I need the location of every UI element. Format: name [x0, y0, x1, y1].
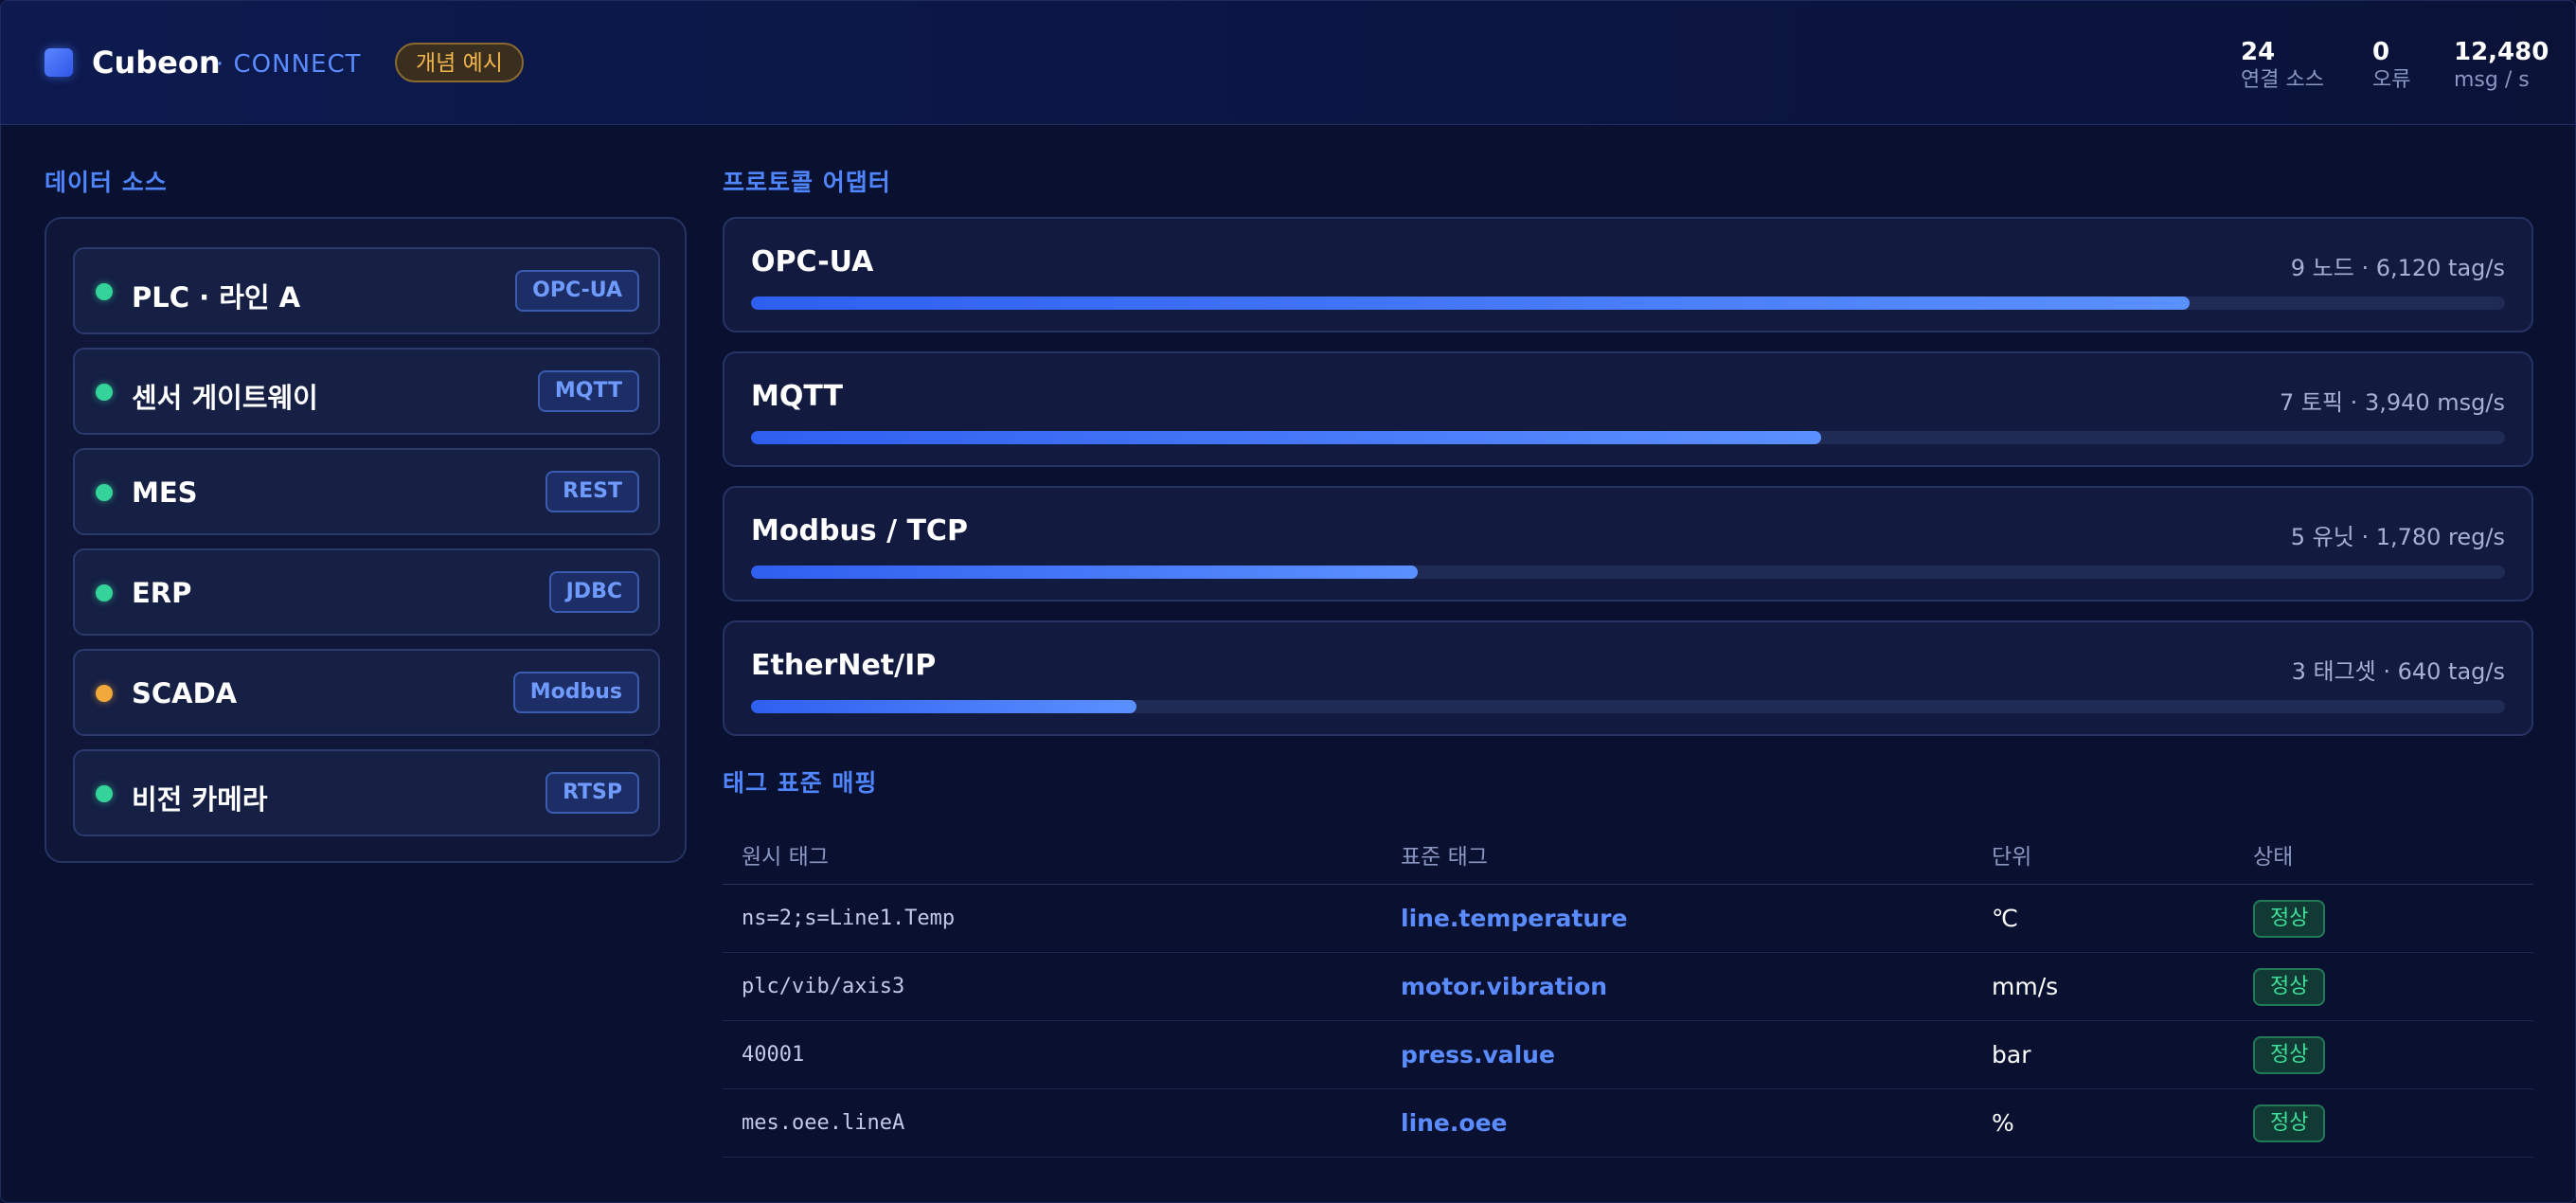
cubeon-logo-icon — [45, 48, 73, 77]
concept-badge: 개념 예시 — [395, 43, 524, 82]
table-row[interactable]: 40001 press.value bar 정상 — [723, 1021, 2533, 1089]
stat-value: 0 — [2372, 38, 2390, 66]
stat-connected-sources: 24 연결 소스 — [2241, 37, 2324, 94]
adapter-load-bar — [751, 566, 2505, 579]
unit: ℃ — [1992, 905, 2019, 932]
protocol-badge: REST — [546, 471, 639, 512]
adapter-meta: 9 노드 · 6,120 tag/s — [2290, 255, 2505, 281]
source-item-erp[interactable]: ERP JDBC — [73, 548, 660, 636]
unit: % — [1992, 1109, 2014, 1137]
status-cell: 정상 — [2253, 953, 2326, 1020]
app-window: Cubeon · CONNECT 개념 예시 24 연결 소스 0 오류 12,… — [0, 0, 2576, 1203]
source-name: 센서 게이트웨이 — [132, 382, 318, 414]
adapter-card-ethernet-ip[interactable]: EtherNet/IP 3 태그셋 · 640 tag/s — [723, 620, 2533, 736]
protocol-badge: RTSP — [546, 772, 639, 814]
source-name: 비전 카메라 — [132, 783, 268, 816]
data-sources-panel: PLC · 라인 A OPC-UA 센서 게이트웨이 MQTT MES REST… — [45, 217, 687, 863]
table-row[interactable]: ns=2;s=Line1.Temp line.temperature ℃ 정상 — [723, 885, 2533, 953]
status-dot-icon — [96, 584, 113, 602]
raw-tag: plc/vib/axis3 — [742, 975, 905, 998]
stat-value: 12,480 — [2454, 38, 2549, 66]
data-sources-title: 데이터 소스 — [45, 169, 168, 196]
source-item-sensor-gateway[interactable]: 센서 게이트웨이 MQTT — [73, 348, 660, 435]
column-header-unit: 단위 — [1992, 845, 2032, 870]
protocol-badge: JDBC — [548, 571, 639, 613]
adapter-name: Modbus / TCP — [751, 514, 968, 548]
tag-mapping-table: 원시 태그 표준 태그 단위 상태 ns=2;s=Line1.Temp line… — [723, 825, 2533, 1158]
adapter-name: MQTT — [751, 380, 843, 413]
status-cell: 정상 — [2253, 1021, 2326, 1088]
status-dot-icon — [96, 484, 113, 501]
column-header-raw-tag: 원시 태그 — [742, 845, 829, 870]
unit: mm/s — [1992, 973, 2059, 1000]
table-row[interactable]: mes.oee.lineA line.oee % 정상 — [723, 1089, 2533, 1158]
stat-value: 24 — [2241, 38, 2276, 66]
adapter-load-fill — [751, 296, 2190, 310]
stat-throughput: 12,480 msg / s — [2454, 37, 2549, 94]
table-header: 원시 태그 표준 태그 단위 상태 — [723, 825, 2533, 885]
source-item-scada[interactable]: SCADA Modbus — [73, 649, 660, 736]
standard-tag: line.oee — [1401, 1109, 1508, 1137]
top-header: Cubeon · CONNECT 개념 예시 24 연결 소스 0 오류 12,… — [1, 1, 2575, 125]
stat-errors: 0 오류 — [2372, 37, 2410, 94]
status-badge: 정상 — [2253, 967, 2326, 1006]
adapter-meta: 7 토픽 · 3,940 msg/s — [2280, 389, 2505, 416]
stat-label: msg / s — [2454, 68, 2530, 92]
protocol-badge: MQTT — [537, 370, 639, 412]
adapter-load-fill — [751, 431, 1821, 444]
source-name: ERP — [132, 577, 192, 609]
adapter-card-mqtt[interactable]: MQTT 7 토픽 · 3,940 msg/s — [723, 351, 2533, 467]
raw-tag: mes.oee.lineA — [742, 1111, 905, 1135]
status-cell: 정상 — [2253, 885, 2326, 952]
source-name: MES — [132, 476, 198, 509]
column-header-standard-tag: 표준 태그 — [1401, 845, 1488, 870]
status-badge: 정상 — [2253, 899, 2326, 938]
adapter-card-opc-ua[interactable]: OPC-UA 9 노드 · 6,120 tag/s — [723, 217, 2533, 332]
standard-tag: press.value — [1401, 1041, 1555, 1068]
adapter-name: OPC-UA — [751, 245, 874, 278]
source-item-mes[interactable]: MES REST — [73, 448, 660, 535]
status-badge: 정상 — [2253, 1104, 2326, 1142]
adapter-load-bar — [751, 431, 2505, 444]
unit: bar — [1992, 1041, 2031, 1068]
standard-tag: motor.vibration — [1401, 973, 1608, 1000]
tag-mapping-title: 태그 표준 매핑 — [723, 769, 878, 797]
protocol-badge: Modbus — [512, 672, 639, 713]
protocol-badge: OPC-UA — [515, 270, 639, 312]
adapter-load-fill — [751, 700, 1137, 713]
table-row[interactable]: plc/vib/axis3 motor.vibration mm/s 정상 — [723, 953, 2533, 1021]
source-item-vision-camera[interactable]: 비전 카메라 RTSP — [73, 749, 660, 836]
raw-tag: ns=2;s=Line1.Temp — [742, 907, 956, 930]
source-name: SCADA — [132, 677, 238, 709]
source-item-plc-line-a[interactable]: PLC · 라인 A OPC-UA — [73, 247, 660, 334]
adapter-card-modbus-tcp[interactable]: Modbus / TCP 5 유닛 · 1,780 reg/s — [723, 486, 2533, 602]
column-header-status: 상태 — [2253, 845, 2294, 870]
status-dot-icon — [96, 384, 113, 401]
status-dot-icon — [96, 685, 113, 702]
status-cell: 정상 — [2253, 1089, 2326, 1157]
adapter-meta: 5 유닛 · 1,780 reg/s — [2290, 524, 2505, 550]
stat-label: 연결 소스 — [2241, 68, 2324, 92]
adapter-name: EtherNet/IP — [751, 649, 937, 682]
brand-name: Cubeon — [92, 45, 221, 81]
adapter-meta: 3 태그셋 · 640 tag/s — [2291, 658, 2505, 685]
status-dot-icon — [96, 785, 113, 802]
status-badge: 정상 — [2253, 1035, 2326, 1074]
protocol-adapters-title: 프로토콜 어댑터 — [723, 169, 891, 196]
adapter-load-bar — [751, 700, 2505, 713]
brand-subtitle: · CONNECT — [216, 50, 362, 79]
status-dot-icon — [96, 283, 113, 300]
standard-tag: line.temperature — [1401, 905, 1628, 932]
stat-label: 오류 — [2372, 68, 2411, 92]
source-name: PLC · 라인 A — [132, 281, 301, 314]
adapter-load-bar — [751, 296, 2505, 310]
raw-tag: 40001 — [742, 1043, 805, 1067]
adapter-load-fill — [751, 566, 1418, 579]
